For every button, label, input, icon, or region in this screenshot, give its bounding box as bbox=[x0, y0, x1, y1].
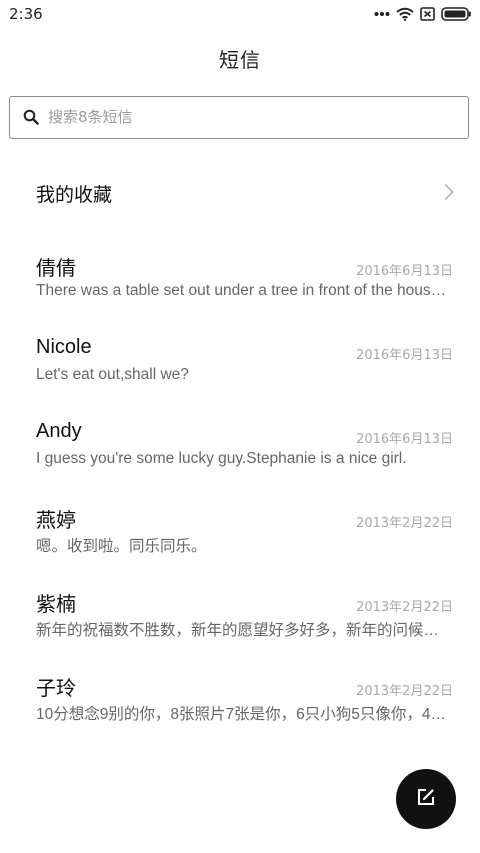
conversation-preview: 10分想念9别的你，8张照片7张是你，6只小狗5只像你，4季平安 bbox=[36, 706, 450, 723]
conversation-item[interactable]: Nicole 2016年6月13日 Let's eat out,shall we… bbox=[0, 332, 480, 416]
status-bar: 2:36 bbox=[0, 0, 480, 30]
no-sim-icon bbox=[420, 7, 435, 21]
search-box[interactable] bbox=[9, 96, 469, 139]
conversation-date: 2013年2月22日 bbox=[356, 684, 453, 699]
wifi-icon bbox=[396, 7, 414, 21]
conversation-name: Nicole bbox=[36, 336, 92, 358]
status-icons bbox=[374, 5, 472, 23]
page-title: 短信 bbox=[219, 48, 261, 72]
conversation-name: 燕婷 bbox=[36, 510, 76, 532]
more-dots-icon bbox=[374, 11, 390, 17]
conversation-name: 倩倩 bbox=[36, 258, 76, 280]
conversation-item[interactable]: 紫楠 2013年2月22日 新年的祝福数不胜数，新年的愿望好多好多，新年的问候送… bbox=[0, 584, 480, 668]
search-input[interactable] bbox=[48, 97, 448, 137]
conversation-item[interactable]: 燕婷 2013年2月22日 嗯。收到啦。同乐同乐。 bbox=[0, 500, 480, 584]
compose-icon bbox=[417, 788, 435, 810]
conversation-name: Andy bbox=[36, 420, 82, 442]
conversation-preview: 新年的祝福数不胜数，新年的愿望好多好多，新年的问候送给你 bbox=[36, 622, 450, 639]
conversation-date: 2013年2月22日 bbox=[356, 600, 453, 615]
favorites-label: 我的收藏 bbox=[36, 184, 113, 206]
conversation-name: 子玲 bbox=[36, 678, 76, 700]
search-icon bbox=[23, 109, 39, 129]
conversation-date: 2016年6月13日 bbox=[356, 348, 453, 363]
conversation-preview: 嗯。收到啦。同乐同乐。 bbox=[36, 538, 207, 555]
conversation-list: 倩倩 2016年6月13日 There was a table set out … bbox=[0, 248, 480, 752]
compose-button[interactable] bbox=[396, 769, 456, 829]
conversation-date: 2013年2月22日 bbox=[356, 516, 453, 531]
conversation-date: 2016年6月13日 bbox=[356, 432, 453, 447]
conversation-date: 2016年6月13日 bbox=[356, 264, 453, 279]
conversation-preview: Let's eat out,shall we? bbox=[36, 366, 189, 383]
conversation-item[interactable]: 子玲 2013年2月22日 10分想念9别的你，8张照片7张是你，6只小狗5只像… bbox=[0, 668, 480, 752]
status-time: 2:36 bbox=[9, 5, 43, 23]
conversation-item[interactable]: Andy 2016年6月13日 I guess you're some luck… bbox=[0, 416, 480, 500]
conversation-item[interactable]: 倩倩 2016年6月13日 There was a table set out … bbox=[0, 248, 480, 332]
chevron-right-icon bbox=[444, 183, 454, 205]
conversation-preview: I guess you're some lucky guy.Stephanie … bbox=[36, 450, 407, 467]
battery-icon bbox=[441, 7, 472, 21]
favorites-row[interactable]: 我的收藏 bbox=[0, 170, 480, 216]
conversation-preview: There was a table set out under a tree i… bbox=[36, 282, 450, 299]
conversation-name: 紫楠 bbox=[36, 594, 76, 616]
